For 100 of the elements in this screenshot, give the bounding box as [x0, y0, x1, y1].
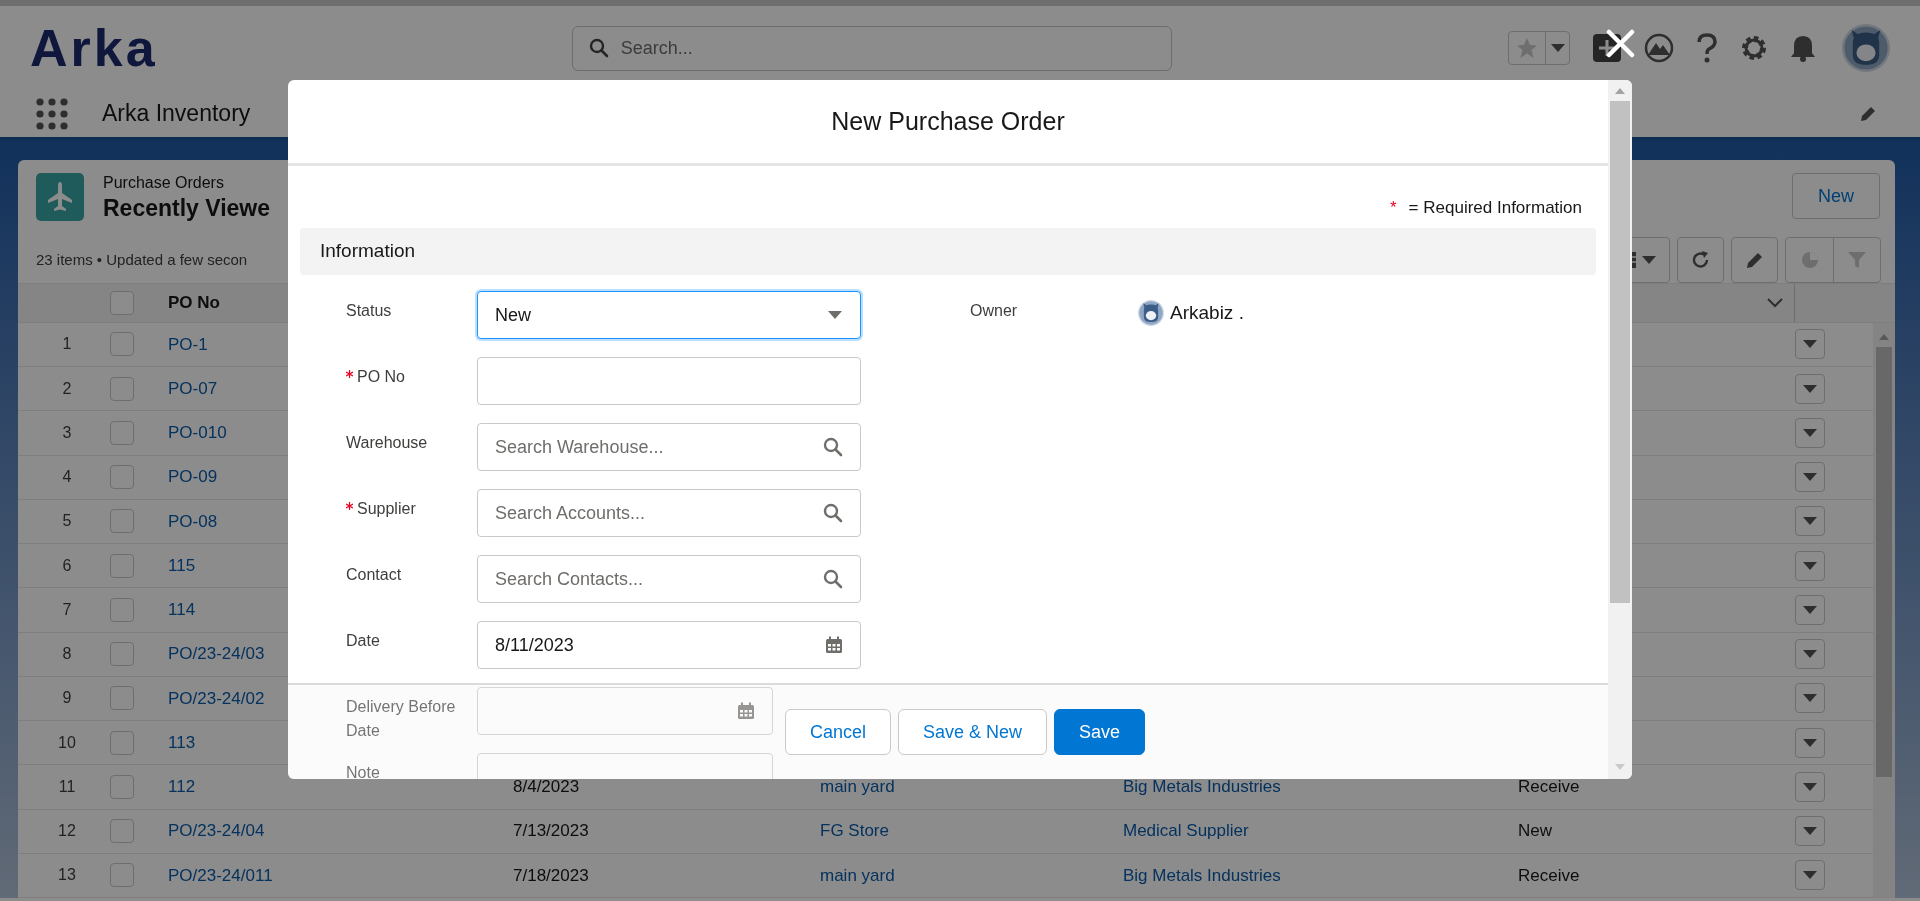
section-header[interactable]: Information: [300, 228, 1596, 275]
lookup-field[interactable]: Search Contacts...: [477, 555, 861, 603]
caret-icon: [1802, 604, 1818, 615]
warehouse-link[interactable]: main yard: [807, 862, 1110, 889]
logo: Arka: [30, 22, 158, 74]
scrollbar-thumb[interactable]: [1876, 346, 1892, 777]
object-label: Purchase Orders: [103, 173, 225, 193]
secondary-button[interactable]: Save & New: [897, 709, 1047, 755]
row-number: 7: [61, 599, 73, 620]
caret-icon: [1802, 383, 1818, 394]
caret-icon: [1802, 339, 1818, 350]
help-icon[interactable]: [1696, 33, 1718, 63]
app-name: Arka Inventory: [102, 99, 251, 129]
caret-icon: [1641, 255, 1657, 266]
row-actions-button[interactable]: [1795, 506, 1825, 537]
edit-button[interactable]: [1731, 237, 1778, 284]
po-number-link[interactable]: PO/23-24/04: [155, 818, 500, 844]
caret-icon: [1802, 870, 1818, 881]
input-field[interactable]: [477, 357, 861, 405]
supplier-link[interactable]: Medical Supplier: [1110, 818, 1505, 844]
scroll-up-icon[interactable]: [1614, 87, 1626, 95]
row-checkbox[interactable]: [110, 509, 134, 534]
warehouse-link[interactable]: FG Store: [807, 818, 1110, 844]
primary-button[interactable]: Save: [1054, 709, 1146, 755]
new-button[interactable]: New: [1792, 173, 1880, 219]
row-actions-button[interactable]: [1795, 550, 1825, 581]
row-checkbox[interactable]: [110, 597, 134, 622]
modal-title: New Purchase Order: [831, 105, 1065, 137]
row-actions-button[interactable]: [1795, 683, 1825, 714]
date-field[interactable]: 8/11/2023: [477, 621, 861, 669]
row-actions-button[interactable]: [1795, 329, 1825, 360]
row-number: 6: [61, 555, 73, 576]
caret-icon: [1802, 737, 1818, 748]
filter-icon: [1847, 250, 1867, 271]
close-icon[interactable]: [1606, 29, 1635, 58]
owner-name[interactable]: Arkabiz .: [1170, 299, 1244, 328]
required-mark: *: [1389, 197, 1397, 220]
settings-icon[interactable]: [1740, 34, 1768, 62]
calendar-icon: [825, 636, 843, 654]
field-label: Supplier: [357, 499, 416, 519]
row-actions-button[interactable]: [1795, 639, 1825, 670]
chevron-down-icon[interactable]: [1766, 296, 1784, 309]
scrollbar[interactable]: [1873, 322, 1895, 898]
status-cell-text: Receive: [1517, 864, 1581, 887]
scrollbar[interactable]: [1608, 80, 1632, 779]
row-actions-button[interactable]: [1795, 417, 1825, 448]
status-picklist[interactable]: New: [477, 291, 861, 339]
row-checkbox[interactable]: [110, 774, 134, 799]
mountain-icon[interactable]: [1644, 33, 1674, 63]
row-checkbox[interactable]: [110, 642, 134, 667]
po-number-link[interactable]: PO/23-24/011: [155, 862, 500, 889]
lookup-field[interactable]: Search Accounts...: [477, 489, 861, 537]
supplier-link[interactable]: Big Metals Industries: [1110, 862, 1505, 889]
status-cell-text: Receive: [1517, 776, 1581, 799]
date-cell-text: 7/13/2023: [512, 820, 590, 843]
secondary-button[interactable]: Cancel: [784, 709, 891, 755]
list-view-title[interactable]: Recently Viewe: [103, 193, 271, 223]
caret-icon: [1802, 781, 1818, 792]
row-actions-button[interactable]: [1795, 594, 1825, 625]
row-actions-button[interactable]: [1795, 860, 1825, 891]
caret-icon: [1802, 826, 1818, 837]
app-launcher-icon[interactable]: [36, 97, 68, 130]
refresh-button[interactable]: [1677, 237, 1724, 284]
row-checkbox[interactable]: [110, 376, 134, 401]
caret-icon: [1802, 560, 1818, 571]
row-checkbox[interactable]: [110, 730, 134, 755]
row-checkbox[interactable]: [110, 465, 134, 490]
row-checkbox[interactable]: [110, 553, 134, 578]
row-actions-button[interactable]: [1795, 462, 1825, 493]
field-label: Date: [346, 631, 380, 651]
list-summary: 23 items • Updated a few secon: [36, 249, 248, 270]
search-field[interactable]: Search...: [571, 25, 1172, 71]
field-label: Delivery Before Date: [346, 697, 457, 741]
star-icon: [1516, 37, 1538, 59]
notifications-icon[interactable]: [1790, 34, 1816, 62]
required-icon: [346, 370, 353, 378]
row-actions-button[interactable]: [1795, 816, 1825, 847]
row-actions-button[interactable]: [1795, 727, 1825, 758]
refresh-icon: [1690, 250, 1711, 271]
row-checkbox[interactable]: [110, 863, 134, 888]
caret-icon: [1802, 427, 1818, 438]
lookup-field[interactable]: Search Warehouse...: [477, 423, 861, 471]
date-field[interactable]: [477, 687, 773, 735]
row-checkbox[interactable]: [110, 332, 134, 357]
row-number: 4: [61, 467, 73, 488]
row-number: 8: [61, 644, 73, 665]
favorites-button[interactable]: [1508, 31, 1570, 65]
row-actions-button[interactable]: [1795, 373, 1825, 404]
select-all-checkbox[interactable]: [110, 290, 134, 315]
row-checkbox[interactable]: [110, 420, 134, 445]
row-number: 9: [61, 688, 73, 709]
field-label: Warehouse: [346, 433, 428, 453]
row-checkbox[interactable]: [110, 686, 134, 711]
field-label: Note: [346, 763, 380, 779]
scrollbar-thumb[interactable]: [1610, 101, 1630, 603]
field-label: PO No: [357, 367, 405, 387]
row-number: 11: [57, 776, 77, 797]
row-checkbox[interactable]: [110, 819, 134, 844]
date-cell-text: 7/18/2023: [512, 864, 590, 887]
row-actions-button[interactable]: [1795, 771, 1825, 802]
